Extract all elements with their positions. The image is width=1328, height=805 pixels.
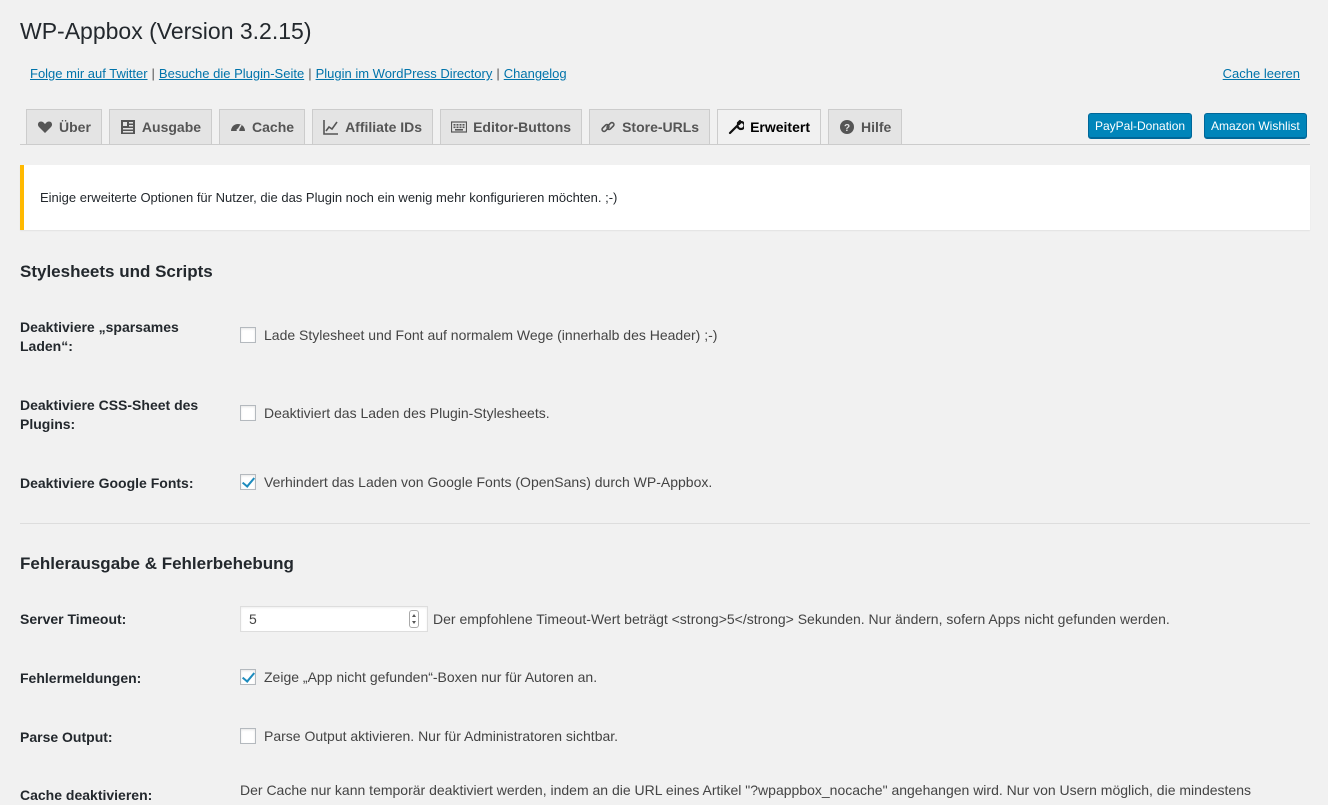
- setting-label: Deaktiviere „sparsames Laden“:: [20, 319, 179, 354]
- twitter-link[interactable]: Folge mir auf Twitter: [30, 66, 148, 81]
- section-title-debugging: Fehlerausgabe & Fehlerbehebung: [20, 554, 294, 573]
- tab-label: Affiliate IDs: [345, 119, 423, 135]
- setting-description: Der Cache nur kann temporär deaktiviert …: [240, 782, 1251, 798]
- parse-output-checkbox[interactable]: [240, 728, 256, 744]
- setting-field: 5 Der empfohlene Timeout-Wert beträgt <s…: [240, 606, 1170, 632]
- link-icon: [601, 121, 615, 133]
- tab-affiliate-ids[interactable]: Affiliate IDs: [312, 109, 434, 144]
- tab-editor-buttons[interactable]: Editor-Buttons: [440, 109, 583, 144]
- setting-field: Verhindert das Laden von Google Fonts (O…: [240, 474, 712, 490]
- wrench-icon: [728, 119, 745, 135]
- setting-description: Verhindert das Laden von Google Fonts (O…: [264, 474, 713, 490]
- tab-label: Store-URLs: [622, 119, 700, 135]
- tab-help[interactable]: ? Hilfe: [828, 109, 903, 144]
- wordpress-directory-link[interactable]: Plugin im WordPress Directory: [316, 66, 493, 81]
- error-messages-checkbox[interactable]: [240, 669, 256, 685]
- setting-field: Parse Output aktivieren. Nur für Adminis…: [240, 728, 618, 744]
- setting-label: Deaktiviere Google Fonts:: [20, 475, 194, 491]
- setting-field: Deaktiviert das Laden des Plugin-Stylesh…: [240, 405, 550, 421]
- heart-icon: [37, 121, 53, 133]
- tab-label: Ausgabe: [141, 119, 202, 135]
- dashboard-icon: [231, 124, 246, 132]
- section-divider: [20, 523, 1310, 524]
- clear-cache-link[interactable]: Cache leeren: [1223, 66, 1300, 81]
- number-spinner-icon[interactable]: [409, 610, 419, 628]
- setting-description: Deaktiviert das Laden des Plugin-Stylesh…: [264, 405, 550, 421]
- disable-lazy-loading-checkbox[interactable]: [240, 327, 256, 343]
- help-icon: ?: [840, 120, 854, 134]
- setting-label: Deaktiviere CSS-Sheet des Plugins:: [20, 397, 199, 432]
- setting-field: Lade Stylesheet und Font auf normalem We…: [240, 327, 717, 343]
- setting-description: Zeige „App nicht gefunden“-Boxen nur für…: [264, 669, 598, 685]
- tab-label: Erweitert: [750, 119, 810, 135]
- tab-label: Hilfe: [861, 119, 892, 135]
- top-links: Folge mir auf Twitter | Besuche die Plugin…: [30, 66, 567, 81]
- info-notice: Einige erweiterte Optionen für Nutzer, d…: [20, 165, 1310, 230]
- tab-store-urls[interactable]: Store-URLs: [589, 109, 711, 144]
- setting-label: Server Timeout:: [20, 611, 127, 627]
- setting-description: Der empfohlene Timeout-Wert beträgt <str…: [433, 611, 1170, 627]
- disable-css-checkbox[interactable]: [240, 405, 256, 421]
- tab-bar: Über Ausgabe Cache Affiliate IDs Editor-…: [26, 109, 909, 145]
- tab-label: Über: [59, 119, 91, 135]
- changelog-link[interactable]: Changelog: [504, 66, 567, 81]
- page-title: WP-Appbox (Version 3.2.15): [20, 18, 312, 44]
- paypal-donation-button[interactable]: PayPal-Donation: [1088, 113, 1193, 139]
- disable-google-fonts-checkbox[interactable]: [240, 474, 256, 490]
- layout-icon: [120, 120, 135, 134]
- setting-label: Cache deaktivieren:: [20, 787, 153, 803]
- server-timeout-input[interactable]: 5: [240, 606, 428, 632]
- setting-description: Parse Output aktivieren. Nur für Adminis…: [264, 728, 619, 744]
- setting-description: Lade Stylesheet und Font auf normalem We…: [264, 327, 718, 343]
- tab-label: Editor-Buttons: [473, 119, 572, 135]
- tab-about[interactable]: Über: [26, 109, 102, 144]
- amazon-wishlist-button[interactable]: Amazon Wishlist: [1204, 113, 1307, 139]
- tab-label: Cache: [252, 119, 295, 135]
- setting-field: Zeige „App nicht gefunden“-Boxen nur für…: [240, 669, 597, 685]
- chart-line-icon: [323, 120, 339, 135]
- tab-output[interactable]: Ausgabe: [108, 109, 213, 144]
- setting-label: Fehlermeldungen:: [20, 670, 142, 686]
- section-title-stylesheets: Stylesheets und Scripts: [20, 262, 213, 281]
- tab-divider: [20, 144, 1310, 145]
- tab-advanced[interactable]: Erweitert: [717, 109, 821, 145]
- setting-label: Parse Output:: [20, 729, 113, 745]
- timeout-value: 5: [249, 611, 257, 627]
- tab-cache[interactable]: Cache: [219, 109, 306, 144]
- keyboard-icon: [451, 121, 468, 133]
- svg-text:?: ?: [844, 123, 850, 134]
- plugin-page-link[interactable]: Besuche die Plugin-Seite: [159, 66, 304, 81]
